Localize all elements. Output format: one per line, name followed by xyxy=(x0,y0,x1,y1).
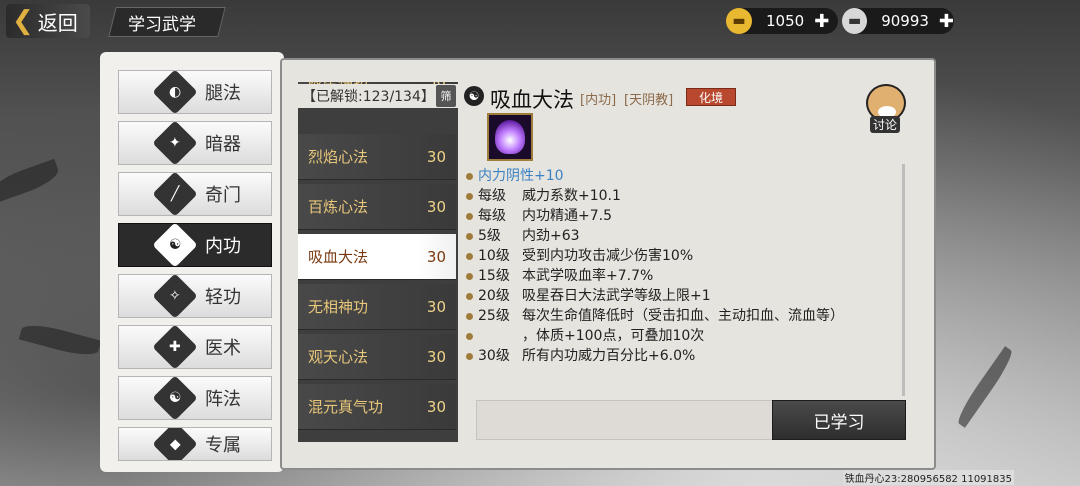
list-item[interactable]: 混元真气功 30 xyxy=(298,384,456,430)
realm-badge: 化境 xyxy=(686,88,736,106)
detail-scrollbar[interactable] xyxy=(902,164,905,396)
comment-bar xyxy=(476,400,776,440)
medicine-icon: ✚ xyxy=(152,324,198,370)
yin-yang-icon: ☯ xyxy=(464,86,484,106)
nav-label: 医术 xyxy=(205,338,241,359)
inner-power-icon: ☯ xyxy=(152,222,198,268)
exclusive-icon: ◆ xyxy=(152,428,198,460)
nav-label: 轻功 xyxy=(205,287,241,308)
learned-button[interactable]: 已学习 xyxy=(772,400,906,440)
list-item[interactable]: 观天心法 30 xyxy=(298,334,456,380)
silver-value: 90993 xyxy=(881,12,929,30)
filter-button[interactable]: 筛 xyxy=(436,85,456,107)
skill-item-name: 无相神功 xyxy=(308,298,369,316)
skill-type-tag: [内功] xyxy=(580,93,617,108)
skill-item-name: 百炼心法 xyxy=(308,198,369,216)
nav-item-medicine[interactable]: ✚ 医术 xyxy=(118,324,272,370)
skill-icon xyxy=(487,113,533,161)
skill-name: 吸血大法 xyxy=(490,88,574,112)
back-button[interactable]: ❮ 返回 xyxy=(6,4,90,38)
skill-item-level: 30 xyxy=(426,297,446,316)
nav-label: 内功 xyxy=(205,236,241,257)
nav-label: 专属 xyxy=(205,435,241,456)
stat-line: 10级 受到内功攻击减少伤害10% xyxy=(464,246,904,266)
chevron-left-icon: ❮ xyxy=(12,6,34,36)
nav-label: 暗器 xyxy=(205,134,241,155)
list-item[interactable]: 无相神功 30 xyxy=(298,284,456,330)
gold-value: 1050 xyxy=(766,12,805,30)
stat-line: 15级 本武学吸血率+7.7% xyxy=(464,266,904,286)
add-silver-icon[interactable]: ✚ xyxy=(939,11,954,32)
gold-counter: ▬ 1050 ✚ xyxy=(726,8,838,34)
stat-line: 20级 吸星吞日大法武学等级上限+1 xyxy=(464,286,904,306)
skill-item-name: 观天心法 xyxy=(308,348,369,366)
back-label: 返回 xyxy=(37,10,78,35)
page-title: 学习武学 xyxy=(128,15,196,35)
skill-item-name: 烈焰心法 xyxy=(308,148,369,166)
nav-item-formation[interactable]: ☯ 阵法 xyxy=(118,375,272,421)
light-skill-icon: ✧ xyxy=(152,273,198,319)
stat-line: 30级 所有内功威力百分比+6.0% xyxy=(464,346,904,366)
silver-counter: ▬ 90993 ✚ xyxy=(842,8,954,34)
nav-item-qimen[interactable]: ╱ 奇门 xyxy=(118,171,272,217)
discuss-label: 讨论 xyxy=(870,116,901,133)
qimen-icon: ╱ xyxy=(152,171,198,217)
stat-line-continued: ，体质+100点，可叠加10次 xyxy=(464,326,904,346)
list-item[interactable]: 百炼心法 30 xyxy=(298,184,456,230)
skill-item-level: 30 xyxy=(426,197,446,216)
gold-ingot-icon: ▬ xyxy=(726,8,752,34)
skill-item-level: 30 xyxy=(426,347,446,366)
silver-ingot-icon: ▬ xyxy=(842,8,868,34)
purple-flame-icon xyxy=(495,120,525,154)
list-item-selected[interactable]: 吸血大法 30 xyxy=(298,234,456,280)
hidden-weapon-icon: ✦ xyxy=(152,120,198,166)
discuss-button[interactable]: 讨论 xyxy=(858,80,914,136)
stat-line: 每级 威力系数+10.1 xyxy=(464,186,904,206)
skill-stats: 内力阴性+10 每级 威力系数+10.1 每级 内功精通+7.5 5级 内劲+63 1… xyxy=(464,166,904,366)
nav-label: 奇门 xyxy=(205,185,241,206)
nav-item-inner-power[interactable]: ☯ 内功 xyxy=(118,222,272,268)
nav-item-light-skill[interactable]: ✧ 轻功 xyxy=(118,273,272,319)
stat-line: 25级 每次生命值降低时（受击扣血、主动扣血、流血等） xyxy=(464,306,904,326)
unlock-count: 【已解锁:123/134】 xyxy=(298,84,458,108)
skill-item-name: 吸血大法 xyxy=(308,248,369,266)
skill-item-level: 30 xyxy=(426,147,446,166)
leg-technique-icon: ◐ xyxy=(152,69,198,115)
list-item[interactable]: 烈焰心法 30 xyxy=(298,134,456,180)
nav-item-hidden-weapon[interactable]: ✦ 暗器 xyxy=(118,120,272,166)
stat-line: 每级 内功精通+7.5 xyxy=(464,206,904,226)
attribute-line: 内力阴性+10 xyxy=(464,166,904,186)
add-gold-icon[interactable]: ✚ xyxy=(814,11,829,32)
skill-list[interactable]: 吸星神功 30 烈焰心法 30 百炼心法 30 吸血大法 30 无相神功 30 … xyxy=(298,82,458,442)
skill-item-level: 30 xyxy=(426,397,446,416)
footer-watermark: 铁血丹心23:280956582 11091835 xyxy=(842,470,1014,485)
skill-item-name: 混元真气功 xyxy=(308,398,384,416)
skill-item-level: 30 xyxy=(426,247,446,266)
formation-icon: ☯ xyxy=(152,375,198,421)
stat-line: 5级 内劲+63 xyxy=(464,226,904,246)
nav-label: 阵法 xyxy=(205,389,241,410)
nav-item-leg[interactable]: ◐ 腿法 xyxy=(118,69,272,115)
skill-sect-tag: [天阴教] xyxy=(624,93,674,108)
nav-item-exclusive[interactable]: ◆ 专属 xyxy=(118,427,272,461)
nav-label: 腿法 xyxy=(205,83,241,104)
